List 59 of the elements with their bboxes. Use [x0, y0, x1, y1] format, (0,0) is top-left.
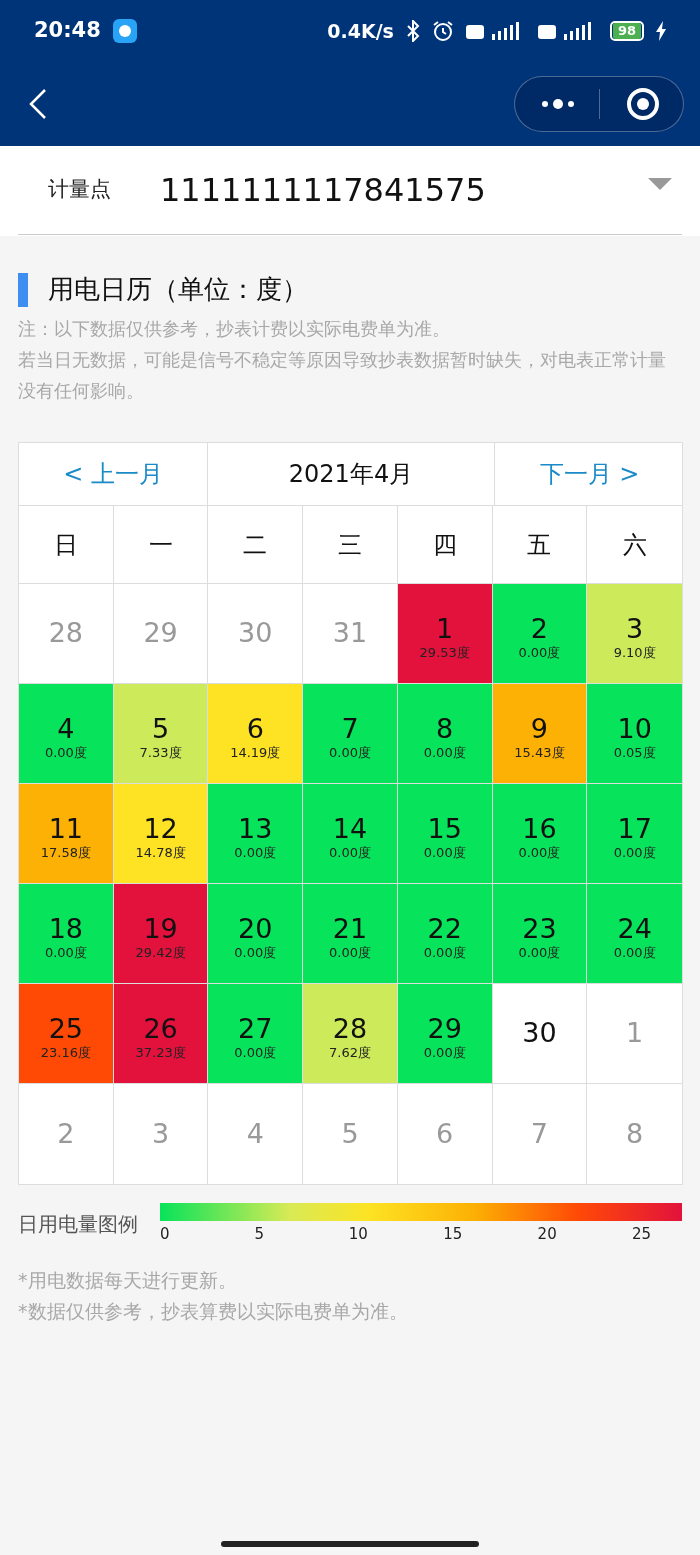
note-text: 注：以下数据仅供参考，抄表计费以实际电费单为准。 — [18, 317, 451, 341]
app-icon — [112, 19, 137, 43]
alarm-icon — [431, 20, 454, 42]
day-cell[interactable]: 9 15.43度 — [492, 684, 588, 784]
day-cell[interactable]: 28 7.62度 — [303, 984, 398, 1084]
legend-tick-label: 20 — [537, 1224, 557, 1245]
day-cell[interactable]: 17 0.00度 — [587, 784, 682, 884]
day-cell[interactable]: 26 37.23度 — [113, 984, 209, 1084]
footnote-text: *数据仅供参考，抄表算费以实际电费单为准。 — [18, 1299, 409, 1324]
day-cell[interactable]: 25 23.16度 — [19, 984, 114, 1084]
more-icon[interactable] — [541, 98, 575, 110]
day-cell[interactable]: 14 0.00度 — [303, 784, 398, 884]
legend-tick-label: 10 — [348, 1224, 368, 1245]
day-cell[interactable]: 22 0.00度 — [397, 884, 493, 984]
clock-time: 20:48 — [34, 17, 101, 45]
day-cell[interactable]: 4 0.00度 — [19, 684, 114, 784]
day-cell[interactable]: 7 0.00度 — [303, 684, 398, 784]
previous-month-link[interactable]: < 上一月 — [19, 443, 208, 505]
day-cell[interactable]: 20 0.00度 — [208, 884, 304, 984]
day-cell[interactable]: 30 — [492, 984, 588, 1084]
section-title: 用电日历（单位：度） — [48, 273, 308, 306]
day-cell[interactable]: 19 29.42度 — [113, 884, 209, 984]
legend-label: 日用电量图例 — [18, 1211, 139, 1238]
dropdown-icon — [648, 178, 672, 190]
footnote-text: *用电数据每天进行更新。 — [18, 1268, 238, 1293]
legend-tick-label: 5 — [254, 1224, 264, 1245]
day-cell[interactable]: 16 0.00度 — [492, 784, 588, 884]
day-cell[interactable]: 1 29.53度 — [397, 584, 493, 684]
day-cell[interactable]: 5 7.33度 — [113, 684, 209, 784]
battery-level: 98 — [609, 21, 644, 41]
day-cell[interactable]: 13 0.00度 — [208, 784, 304, 884]
day-cell[interactable]: 15 0.00度 — [397, 784, 493, 884]
day-cell[interactable]: 8 0.00度 — [397, 684, 493, 784]
day-cell[interactable]: 18 0.00度 — [19, 884, 114, 984]
meter-number: 1111111117841575 — [160, 170, 487, 211]
bluetooth-icon — [405, 20, 420, 42]
legend-tick-label: 0 — [160, 1224, 170, 1245]
day-cell[interactable]: 29 0.00度 — [397, 984, 493, 1084]
month-title: 2021年4月 — [208, 443, 495, 505]
day-cell[interactable]: 6 14.19度 — [208, 684, 304, 784]
back-icon[interactable] — [28, 88, 48, 120]
day-cell[interactable]: 27 0.00度 — [208, 984, 304, 1084]
network-speed: 0.4K/s — [327, 18, 394, 44]
day-cell[interactable]: 11 17.58度 — [19, 784, 114, 884]
day-cell[interactable]: 3 9.10度 — [587, 584, 682, 684]
day-cell[interactable]: 12 14.78度 — [113, 784, 209, 884]
close-icon[interactable] — [626, 87, 660, 121]
field-label: 计量点 — [48, 176, 112, 204]
day-cell[interactable]: 10 0.05度 — [587, 684, 682, 784]
legend-tick-label: 15 — [443, 1224, 463, 1245]
charging-icon — [656, 21, 666, 41]
note-text: 若当日无数据，可能是信号不稳定等原因导致抄表数据暂时缺失，对电表正常计量没有任何影响。 — [18, 348, 667, 403]
day-cell[interactable]: 24 0.00度 — [587, 884, 682, 984]
day-cell[interactable]: 21 0.00度 — [303, 884, 398, 984]
next-month-link[interactable]: 下一月 > — [495, 443, 684, 505]
day-cell[interactable]: 2 0.00度 — [492, 584, 588, 684]
section-marker — [18, 272, 28, 307]
day-cell[interactable]: 23 0.00度 — [492, 884, 588, 984]
legend-tick-label: 25 — [632, 1224, 652, 1245]
